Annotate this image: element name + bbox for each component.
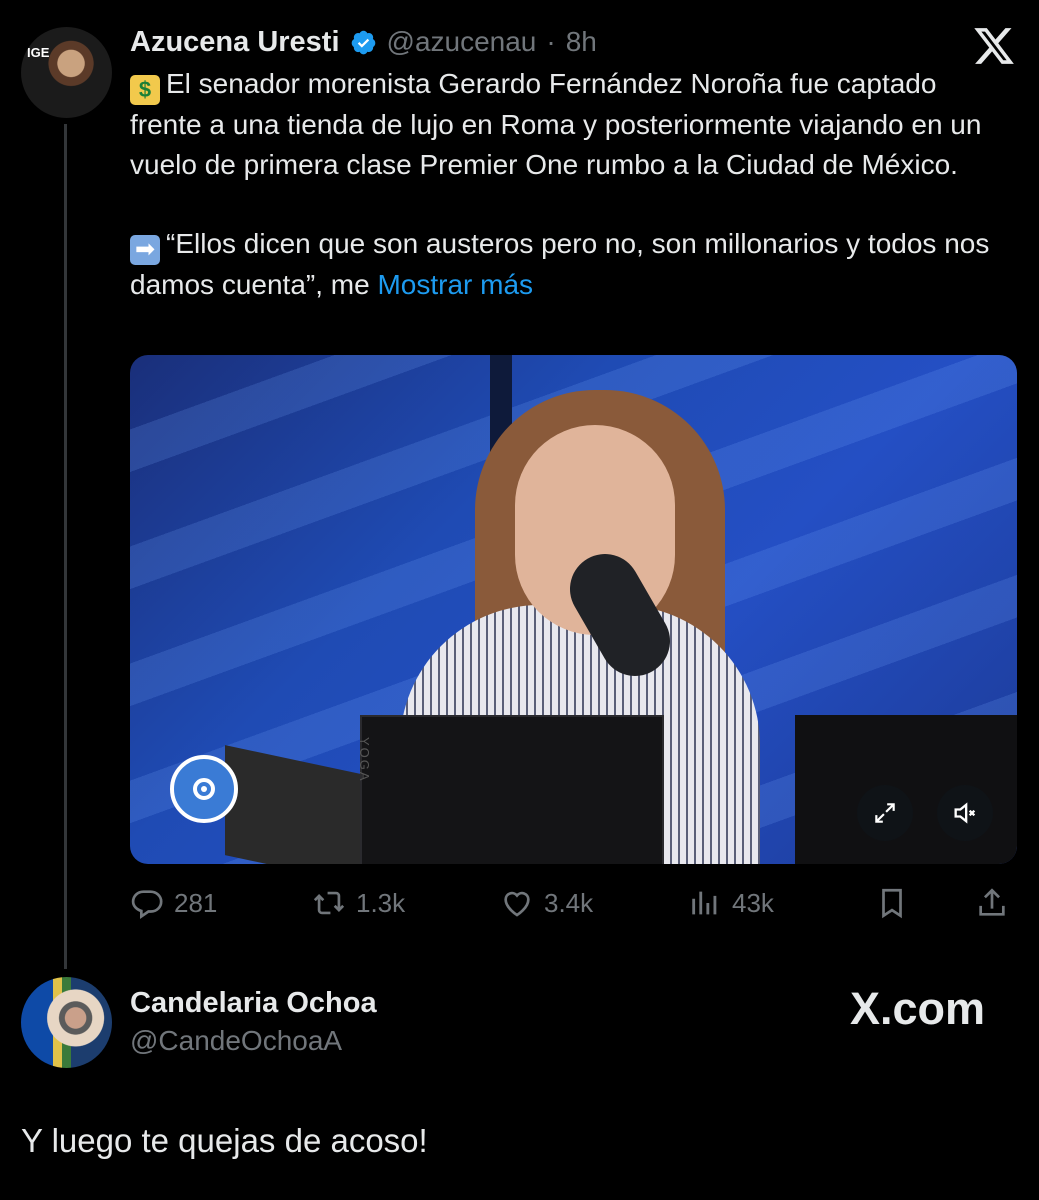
mute-icon — [954, 802, 976, 824]
views-icon — [692, 891, 717, 915]
mute-button[interactable] — [937, 785, 993, 841]
laptop-center: YOGA — [357, 715, 664, 864]
like-count: 3.4k — [544, 887, 594, 918]
expand-icon — [875, 803, 895, 823]
x-logo-icon[interactable] — [972, 24, 1016, 68]
like-icon — [504, 891, 530, 917]
reply-text: Y luego te quejas de acoso! — [21, 1122, 428, 1159]
share-icon — [979, 888, 1005, 916]
laptop-right — [795, 715, 1017, 864]
video-player[interactable]: YOGA — [130, 355, 1017, 864]
tweet-paragraph-2: “Ellos dicen que son austeros pero no, s… — [130, 227, 998, 300]
show-more-link[interactable]: Mostrar más — [377, 269, 533, 300]
views-button[interactable]: 43k — [688, 880, 774, 926]
tweet-header: Azucena Uresti @azucenau · 8h — [130, 24, 597, 60]
share-button[interactable] — [975, 880, 1009, 926]
author-handle[interactable]: @azucenau — [387, 26, 537, 58]
verified-badge-icon — [351, 30, 375, 54]
author-name[interactable]: Azucena Uresti — [130, 26, 340, 59]
retweet-button[interactable]: 1.3k — [312, 880, 405, 926]
avatar-logo-text: IGE — [27, 45, 50, 60]
bookmark-icon — [882, 888, 902, 919]
reply-icon — [131, 890, 163, 920]
reply-count: 281 — [174, 887, 218, 918]
money-bag-icon: $ — [130, 75, 160, 105]
reply-button[interactable]: 281 — [130, 880, 217, 926]
retweet-count: 1.3k — [356, 887, 406, 918]
retweet-icon — [313, 891, 345, 915]
reply-author-handle[interactable]: @CandeOchoaA — [130, 1025, 342, 1057]
avatar[interactable]: IGE — [21, 27, 112, 118]
separator-dot: · — [546, 26, 556, 57]
thread-line — [64, 124, 67, 969]
reply-author-name[interactable]: Candelaria Ochoa — [130, 987, 377, 1020]
tweet-paragraph-1: El senador morenista Gerardo Fernández N… — [130, 68, 990, 180]
tweet-text: $ El senador morenista Gerardo Fernández … — [130, 64, 1010, 304]
laptop-brand: YOGA — [357, 737, 372, 783]
tweet-actions: 281 1.3k 3.4k 43k — [130, 880, 1017, 926]
right-arrow-icon: ➡ — [130, 234, 160, 265]
tweet-time[interactable]: 8h — [566, 26, 597, 58]
expand-button[interactable] — [857, 785, 913, 841]
x-com-watermark: X.com — [850, 983, 986, 1034]
reply-avatar[interactable] — [21, 977, 112, 1068]
channel-logo-icon — [170, 755, 238, 823]
like-button[interactable]: 3.4k — [500, 880, 593, 926]
views-count: 43k — [732, 887, 774, 918]
bookmark-button[interactable] — [875, 880, 909, 926]
